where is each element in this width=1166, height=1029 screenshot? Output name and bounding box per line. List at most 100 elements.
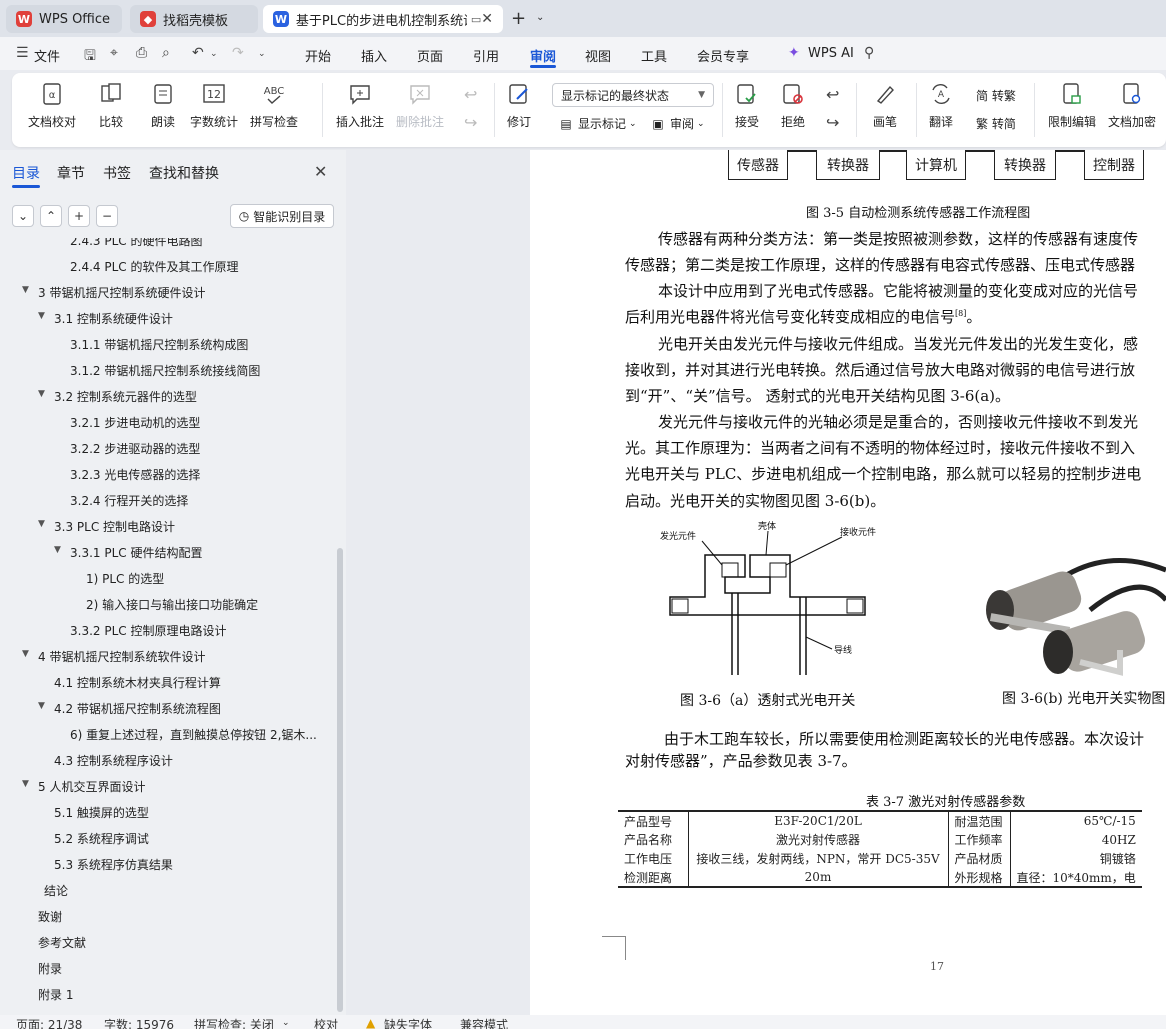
toc-item[interactable]: 附录 [38,960,62,977]
previous-change-icon[interactable]: ↩ [826,85,839,104]
toc-item[interactable]: ▼ 3.1 控制系统硬件设计 [38,310,173,327]
translate-button[interactable]: A 翻译 [928,81,954,130]
previous-comment-icon[interactable]: ↩ [464,85,477,104]
toc-item[interactable]: 4.3 控制系统程序设计 [54,752,173,769]
to-simplified-button[interactable]: 繁 转简 [976,115,1016,132]
spell-check-indicator[interactable]: 拼写检查: 关闭 [194,1016,274,1029]
word-count-indicator[interactable]: 字数: 15976 [104,1016,174,1029]
menu-review[interactable]: 审阅 [530,46,556,65]
chevron-down-icon[interactable]: ⌄ [536,12,544,23]
read-aloud-button[interactable]: 朗读 [150,81,176,130]
menu-file[interactable]: 文件 [34,46,60,65]
review-pane-button[interactable]: ▣ 审阅 ⌄ [650,115,704,132]
toc-item[interactable]: ▼ 3.3 PLC 控制电路设计 [38,518,175,535]
toc-item[interactable]: 5.2 系统程序调试 [54,830,149,847]
tab-toc[interactable]: 目录 [12,163,40,183]
accept-button[interactable]: 接受 [734,81,760,130]
toc-item[interactable]: 4.1 控制系统木材夹具行程计算 [54,674,221,691]
toc-item[interactable]: 结论 [44,882,68,899]
save-icon[interactable]: 🖫 [84,45,96,69]
menu-insert[interactable]: 插入 [361,46,387,65]
toc-item[interactable]: 2) 输入接口与输出接口功能确定 [86,596,258,613]
add-heading-button[interactable]: + [68,205,90,227]
tab-template[interactable]: ◆ 找稻壳模板 [130,5,258,33]
toc-item[interactable]: 致谢 [38,908,62,925]
toc-item[interactable]: 5.3 系统程序仿真结果 [54,856,173,873]
page-indicator[interactable]: 页面: 21/38 [16,1016,82,1029]
expand-arrow-icon[interactable]: ▼ [38,389,45,399]
print-preview-icon[interactable]: ⌕ [162,45,170,61]
expand-up-button[interactable]: ⌃ [40,205,62,227]
spell-check-button[interactable]: ABC 拼写检查 [250,81,298,130]
hamburger-icon[interactable]: ☰ [16,45,29,61]
tab-wps-office[interactable]: W WPS Office [6,5,122,33]
next-change-icon[interactable]: ↪ [826,113,839,132]
expand-arrow-icon[interactable]: ▼ [22,779,29,789]
revise-button[interactable]: 修订 [506,81,532,130]
show-mode-select[interactable]: 显示标记的最终状态 ▼ [552,83,714,107]
smart-toc-button[interactable]: ◷ 智能识别目录 [230,204,334,228]
toc-item[interactable]: 2.4.3 PLC 的硬件电路图 [70,238,202,249]
toc-item[interactable]: 3.2.1 步进电动机的选型 [70,414,200,431]
monitor-icon[interactable]: ▭ [471,13,481,26]
toc-item[interactable]: 3.2.2 步进驱动器的选型 [70,440,200,457]
toc-item[interactable]: 6) 重复上述过程，直到触摸总停按钮 2,锯木... [70,726,317,743]
compare-button[interactable]: 比较 [98,81,124,130]
undo-icon[interactable]: ↶ [192,45,204,61]
print-icon[interactable]: ⎙ [136,45,147,61]
tab-bookmarks[interactable]: 书签 [103,163,131,183]
proofread-indicator[interactable]: 校对 [314,1016,338,1029]
toc-item[interactable]: ▼ 4.2 带锯机摇尺控制系统流程图 [38,700,221,717]
menu-tools[interactable]: 工具 [641,46,667,65]
undo-dropdown-icon[interactable]: ⌄ [210,49,218,59]
toc-item[interactable]: ▼ 5 人机交互界面设计 [22,778,145,795]
to-traditional-button[interactable]: 简 转繁 [976,87,1016,104]
doc-encrypt-button[interactable]: 文档加密 [1108,81,1156,130]
missing-font-indicator[interactable]: 缺失字体 [384,1016,432,1029]
tab-chapters[interactable]: 章节 [57,163,85,183]
tab-document[interactable]: W 基于PLC的步进电机控制系统设计 ▭ ✕ [263,5,503,33]
delete-comment-button[interactable]: 删除批注 [396,81,444,130]
toc-item[interactable]: 3.2.4 行程开关的选择 [70,492,188,509]
expand-arrow-icon[interactable]: ▼ [38,311,45,321]
menu-home[interactable]: 开始 [305,46,331,65]
share-icon[interactable]: ⌖ [110,45,118,61]
toc-scrollbar[interactable] [337,548,343,1012]
reject-button[interactable]: 拒绝 [780,81,806,130]
insert-comment-button[interactable]: 插入批注 [336,81,384,130]
toc-item[interactable]: ▼ 4 带锯机摇尺控制系统软件设计 [22,648,205,665]
toc-item[interactable]: 3.2.3 光电传感器的选择 [70,466,200,483]
document-page[interactable]: 传感器 转换器 计算机 转换器 控制器 图 3-5 自动检测系统传感器工作流程图… [530,150,1166,1015]
toc-item[interactable]: 参考文献 [38,934,86,951]
close-pane-icon[interactable]: ✕ [314,162,327,181]
more-dropdown-icon[interactable]: ⌄ [258,49,266,59]
expand-arrow-icon[interactable]: ▼ [38,519,45,529]
toc-item[interactable]: 3.1.2 带锯机摇尺控制系统接线简图 [70,362,260,379]
word-count-button[interactable]: 12 字数统计 [190,81,238,130]
toc-item[interactable]: ▼ 3 带锯机摇尺控制系统硬件设计 [22,284,205,301]
toc-item[interactable]: 2.4.4 PLC 的软件及其工作原理 [70,258,238,275]
pen-button[interactable]: 画笔 [872,81,898,130]
search-icon[interactable]: ⚲ [864,45,874,61]
menu-view[interactable]: 视图 [585,46,611,65]
toc-item[interactable]: ▼ 3.3.1 PLC 硬件结构配置 [54,544,202,561]
next-comment-icon[interactable]: ↪ [464,113,477,132]
toc-item[interactable]: 3.3.2 PLC 控制原理电路设计 [70,622,226,639]
show-marks-button[interactable]: ▤ 显示标记 ⌄ [558,115,636,132]
expand-arrow-icon[interactable]: ▼ [38,701,45,711]
toc-item[interactable]: 3.1.1 带锯机摇尺控制系统构成图 [70,336,248,353]
menu-page[interactable]: 页面 [417,46,443,65]
toc-item[interactable]: 5.1 触摸屏的选型 [54,804,149,821]
restrict-edit-button[interactable]: 限制编辑 [1048,81,1096,130]
new-tab-icon[interactable]: + [511,8,526,29]
collapse-all-button[interactable]: ⌄ [12,205,34,227]
remove-heading-button[interactable]: − [96,205,118,227]
menu-wps-ai[interactable]: WPS AI [808,46,854,61]
close-icon[interactable]: ✕ [481,11,493,27]
toc-item[interactable]: 附录 1 [38,986,73,1003]
expand-arrow-icon[interactable]: ▼ [22,649,29,659]
tab-find-replace[interactable]: 查找和替换 [149,163,219,183]
expand-arrow-icon[interactable]: ▼ [54,545,61,555]
toc-item[interactable]: 1) PLC 的选型 [86,570,164,587]
menu-reference[interactable]: 引用 [473,46,499,65]
